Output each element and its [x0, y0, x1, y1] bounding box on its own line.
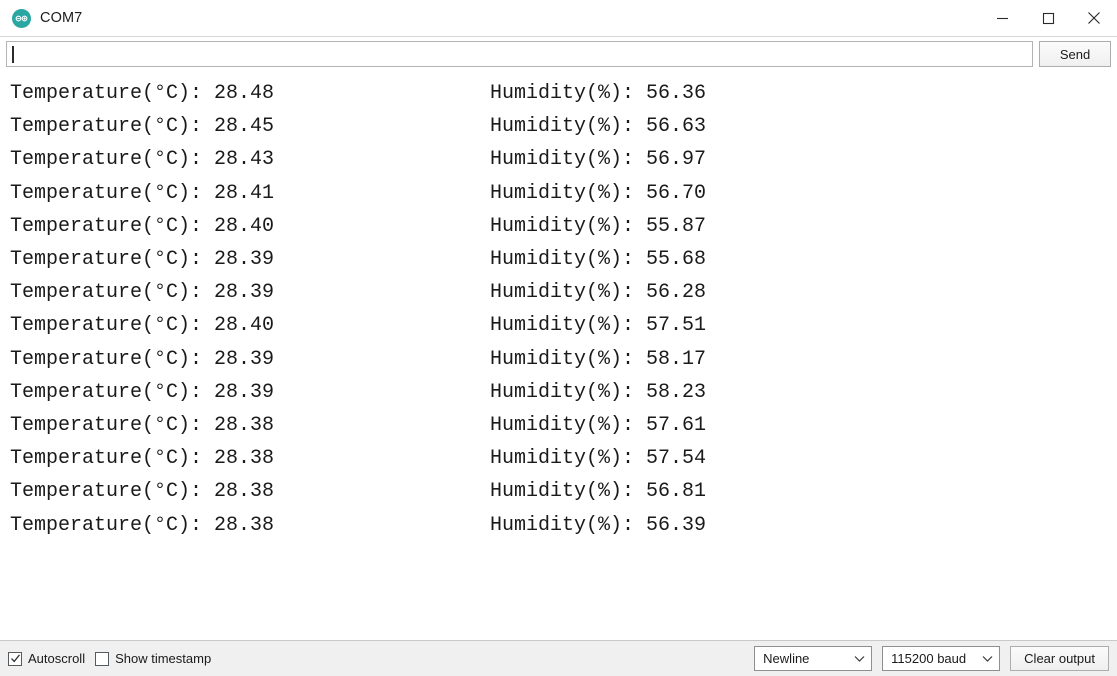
clear-output-button[interactable]: Clear output [1010, 646, 1109, 671]
humidity-reading: Humidity(%): 58.17 [490, 347, 707, 371]
humidity-reading: Humidity(%): 55.87 [490, 214, 707, 238]
humidity-reading: Humidity(%): 57.54 [490, 447, 707, 471]
show-timestamp-label: Show timestamp [115, 651, 212, 666]
autoscroll-checkbox-item[interactable]: Autoscroll [8, 651, 85, 666]
text-caret [12, 46, 14, 63]
title-bar-left: COM7 [0, 8, 83, 28]
temperature-reading: Temperature(°C): 28.45 [10, 115, 275, 139]
humidity-reading: Humidity(%): 56.97 [490, 148, 707, 172]
serial-monitor-window: COM7 Send Temperature(°C): 28.48 Humidit… [0, 0, 1117, 676]
temperature-reading: Temperature(°C): 28.43 [10, 148, 275, 172]
window-title: COM7 [40, 10, 83, 26]
serial-output-line: Temperature(°C): 28.38 Humidity(%): 56.39 [0, 509, 1117, 542]
chevron-down-icon [854, 655, 865, 662]
temperature-reading: Temperature(°C): 28.40 [10, 314, 275, 338]
minimize-button[interactable] [979, 0, 1025, 36]
serial-output-line: Temperature(°C): 28.40 Humidity(%): 55.87 [0, 210, 1117, 243]
baud-rate-value: 115200 baud [891, 651, 967, 666]
show-timestamp-checkbox[interactable] [95, 651, 110, 666]
temperature-reading: Temperature(°C): 28.38 [10, 414, 275, 438]
checkmark-icon [10, 654, 20, 663]
temperature-reading: Temperature(°C): 28.39 [10, 281, 275, 305]
status-bar: Autoscroll Show timestamp Newline 115200… [0, 640, 1117, 676]
send-input[interactable] [12, 42, 1032, 66]
serial-output-line: Temperature(°C): 28.40 Humidity(%): 57.51 [0, 309, 1117, 342]
serial-output-line: Temperature(°C): 28.38 Humidity(%): 56.81 [0, 475, 1117, 508]
chevron-down-icon [982, 655, 993, 662]
send-input-wrapper[interactable] [6, 41, 1033, 67]
humidity-reading: Humidity(%): 57.61 [490, 414, 707, 438]
humidity-reading: Humidity(%): 56.39 [490, 513, 707, 537]
serial-output-line: Temperature(°C): 28.39 Humidity(%): 55.68 [0, 243, 1117, 276]
send-row: Send [0, 37, 1117, 71]
serial-output-line: Temperature(°C): 28.41 Humidity(%): 56.70 [0, 177, 1117, 210]
send-button[interactable]: Send [1039, 41, 1111, 67]
close-button[interactable] [1071, 0, 1117, 36]
temperature-reading: Temperature(°C): 28.38 [10, 480, 275, 504]
autoscroll-checkbox[interactable] [8, 651, 22, 666]
temperature-reading: Temperature(°C): 28.38 [10, 447, 275, 471]
serial-output-line: Temperature(°C): 28.39 Humidity(%): 58.17 [0, 343, 1117, 376]
window-controls [979, 0, 1117, 36]
temperature-reading: Temperature(°C): 28.39 [10, 248, 275, 272]
serial-output-area[interactable]: Temperature(°C): 28.48 Humidity(%): 56.36… [0, 71, 1117, 640]
line-ending-value: Newline [763, 651, 810, 666]
minimize-icon [996, 17, 1008, 19]
temperature-reading: Temperature(°C): 28.39 [10, 380, 275, 404]
maximize-icon [1042, 12, 1054, 24]
serial-output-line: Temperature(°C): 28.38 Humidity(%): 57.54 [0, 442, 1117, 475]
autoscroll-label: Autoscroll [28, 651, 86, 666]
humidity-reading: Humidity(%): 56.81 [490, 480, 707, 504]
serial-output-line: Temperature(°C): 28.39 Humidity(%): 56.28 [0, 276, 1117, 309]
humidity-reading: Humidity(%): 56.28 [490, 281, 707, 305]
humidity-reading: Humidity(%): 55.68 [490, 248, 707, 272]
serial-output-line: Temperature(°C): 28.45 Humidity(%): 56.63 [0, 110, 1117, 143]
humidity-reading: Humidity(%): 56.36 [490, 82, 707, 105]
arduino-logo-icon [12, 8, 31, 28]
serial-output-line: Temperature(°C): 28.39 Humidity(%): 58.23 [0, 376, 1117, 409]
serial-output-line: Temperature(°C): 28.43 Humidity(%): 56.97 [0, 143, 1117, 176]
temperature-reading: Temperature(°C): 28.38 [10, 513, 275, 537]
show-timestamp-checkbox-item[interactable]: Show timestamp [95, 651, 211, 666]
humidity-reading: Humidity(%): 57.51 [490, 314, 707, 338]
close-icon [1088, 12, 1100, 24]
temperature-reading: Temperature(°C): 28.40 [10, 214, 275, 238]
humidity-reading: Humidity(%): 56.70 [490, 181, 707, 205]
line-ending-select[interactable]: Newline [754, 646, 873, 671]
title-bar: COM7 [0, 0, 1117, 37]
serial-output-line: Temperature(°C): 28.48 Humidity(%): 56.36 [0, 77, 1117, 110]
temperature-reading: Temperature(°C): 28.48 [10, 82, 275, 105]
humidity-reading: Humidity(%): 56.63 [490, 115, 707, 139]
baud-rate-select[interactable]: 115200 baud [882, 646, 1001, 671]
temperature-reading: Temperature(°C): 28.41 [10, 181, 275, 205]
serial-output-line: Temperature(°C): 28.38 Humidity(%): 57.61 [0, 409, 1117, 442]
temperature-reading: Temperature(°C): 28.39 [10, 347, 275, 371]
maximize-button[interactable] [1025, 0, 1071, 36]
humidity-reading: Humidity(%): 58.23 [490, 380, 707, 404]
